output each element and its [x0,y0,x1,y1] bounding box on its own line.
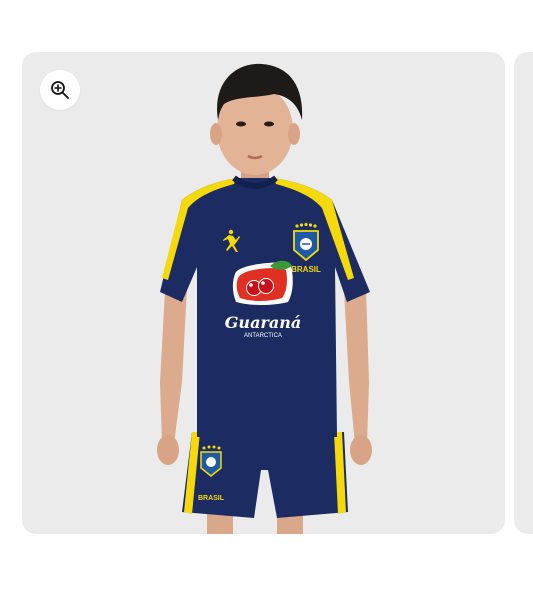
product-image-card[interactable]: BRASIL BRASIL Guaraná ANTARCTICA [22,52,505,534]
shirt-crest-label: BRASIL [291,265,321,274]
shorts-crest-label: BRASIL [198,495,225,502]
sponsor-subtitle: ANTARCTICA [244,333,282,339]
product-photo: BRASIL BRASIL Guaraná ANTARCTICA [157,63,372,534]
zoom-in-icon [51,81,69,99]
next-gallery-card[interactable] [514,52,533,534]
zoom-button[interactable] [40,70,80,110]
sponsor-name: Guaraná [225,313,301,332]
